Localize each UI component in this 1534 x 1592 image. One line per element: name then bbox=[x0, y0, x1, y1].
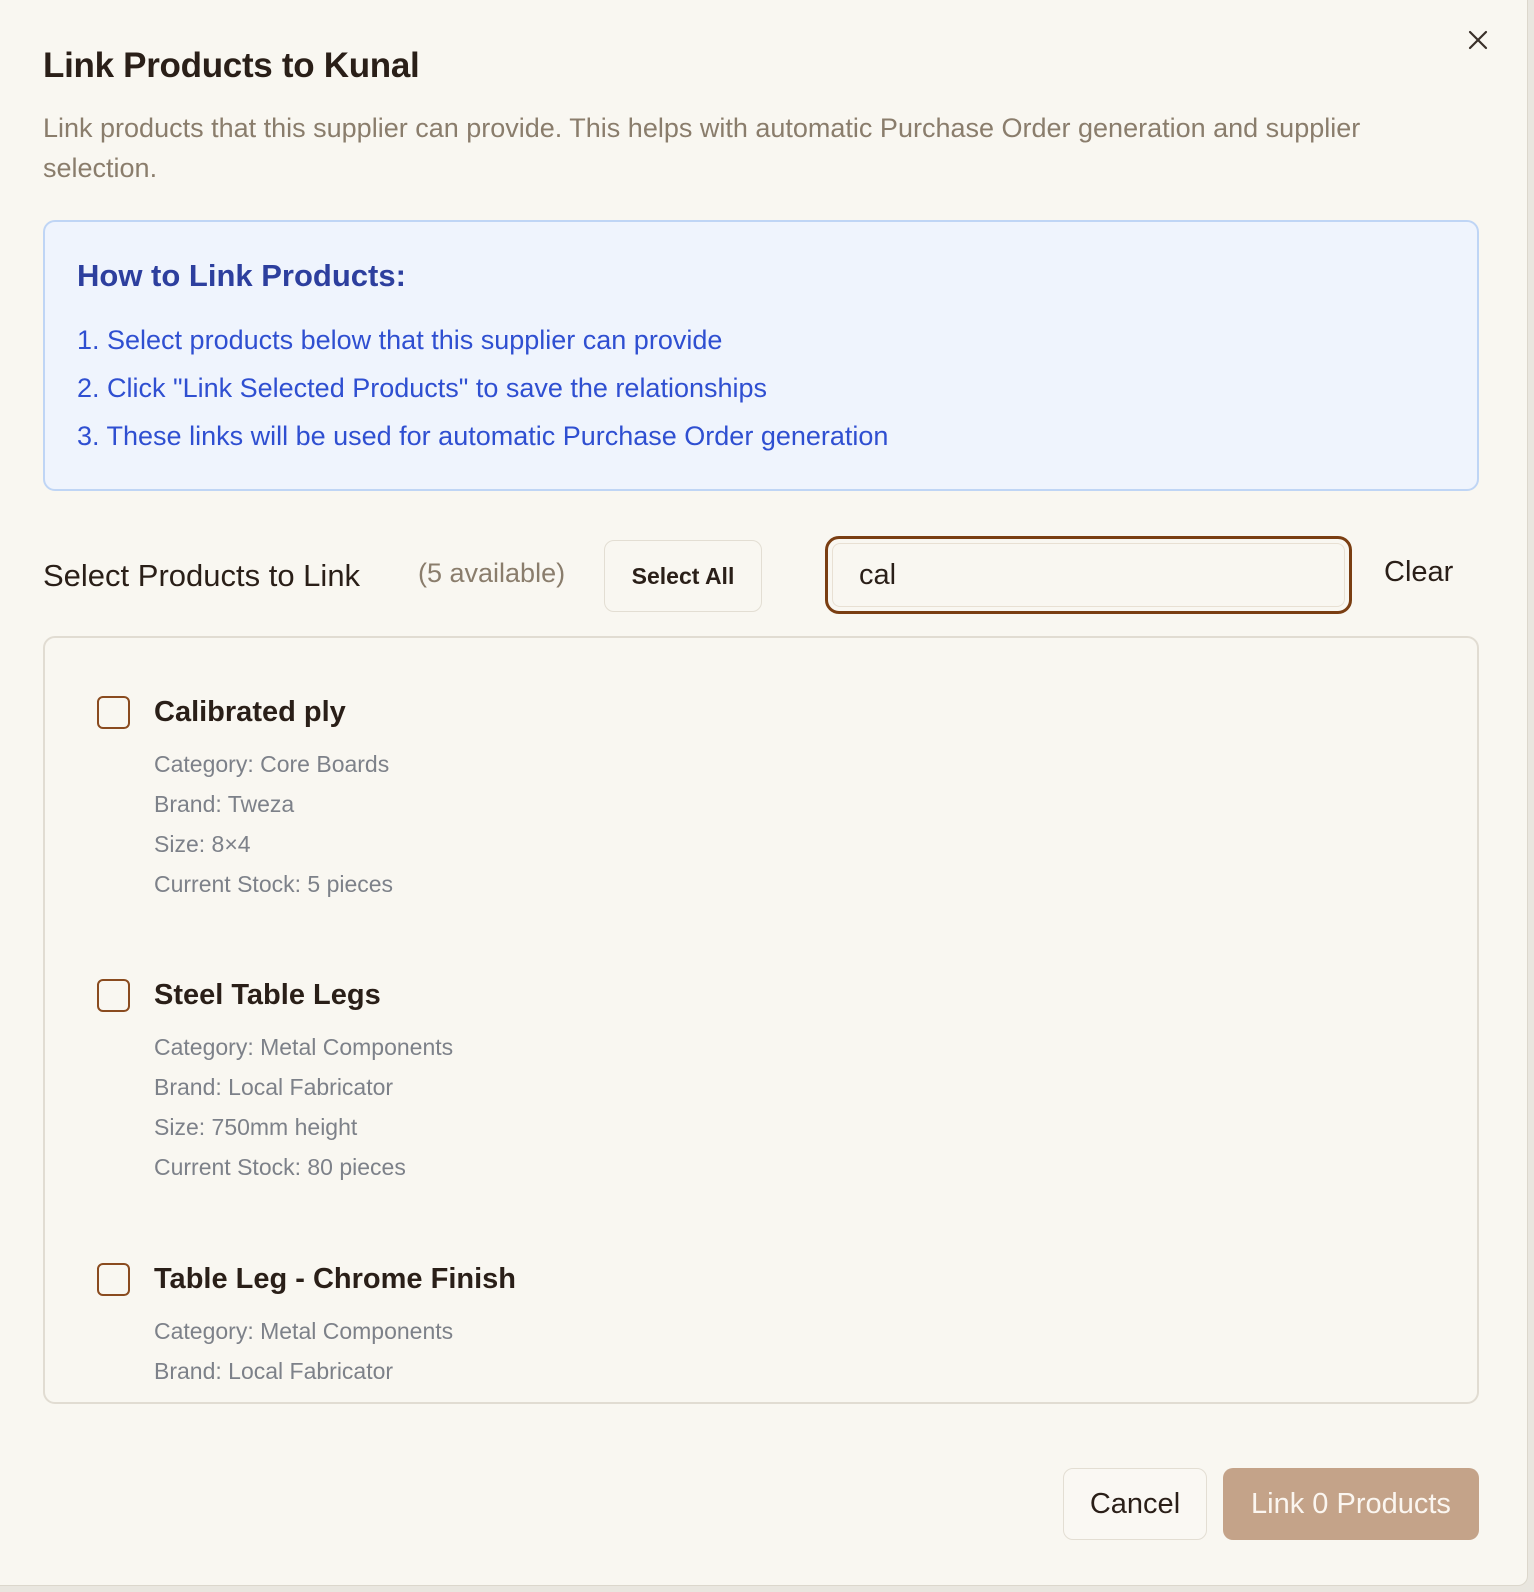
select-all-button[interactable]: Select All bbox=[604, 540, 762, 612]
product-name: Calibrated ply bbox=[154, 696, 346, 728]
instructions-box: How to Link Products: 1. Select products… bbox=[43, 220, 1479, 491]
product-category: Category: Core Boards bbox=[154, 751, 390, 777]
clear-search-button[interactable]: Clear bbox=[1384, 556, 1453, 589]
dialog-description: Link products that this supplier can pro… bbox=[43, 113, 1361, 183]
product-brand: Brand: Local Fabricator bbox=[154, 1074, 394, 1100]
product-checkbox[interactable] bbox=[97, 979, 130, 1012]
instruction-step: 2. Click "Link Selected Products" to sav… bbox=[77, 373, 768, 403]
product-list[interactable]: Calibrated ply Category: Core Boards Bra… bbox=[43, 636, 1479, 1404]
product-name: Steel Table Legs bbox=[154, 979, 381, 1011]
product-size: Size: 8×4 bbox=[154, 831, 251, 857]
selection-toolbar: Select Products to Link (5 available) Se… bbox=[43, 536, 1479, 622]
product-details: Category: Core Boards Brand: Tweza Size:… bbox=[154, 744, 393, 904]
product-brand: Brand: Tweza bbox=[154, 791, 295, 817]
instructions-title: How to Link Products: bbox=[77, 258, 406, 293]
product-name: Table Leg - Chrome Finish bbox=[154, 1263, 516, 1295]
product-checkbox[interactable] bbox=[97, 1263, 130, 1296]
instruction-step: 1. Select products below that this suppl… bbox=[77, 325, 723, 355]
product-stock: Current Stock: 80 pieces bbox=[154, 1154, 406, 1180]
product-brand: Brand: Local Fabricator bbox=[154, 1358, 394, 1384]
available-count: (5 available) bbox=[418, 558, 566, 588]
instruction-step: 3. These links will be used for automati… bbox=[77, 421, 889, 451]
link-products-dialog: Link Products to Kunal Link products tha… bbox=[0, 0, 1528, 1586]
close-icon bbox=[1468, 30, 1488, 50]
search-field-wrapper bbox=[825, 536, 1352, 614]
link-products-button[interactable]: Link 0 Products bbox=[1223, 1468, 1479, 1540]
product-category: Category: Metal Components bbox=[154, 1318, 454, 1344]
product-stock: Current Stock: 5 pieces bbox=[154, 871, 394, 897]
product-details: Category: Metal Components Brand: Local … bbox=[154, 1027, 453, 1187]
product-checkbox[interactable] bbox=[97, 696, 130, 729]
product-details: Category: Metal Components Brand: Local … bbox=[154, 1311, 454, 1402]
product-category: Category: Metal Components bbox=[154, 1034, 454, 1060]
product-size: Size: 750mm height bbox=[154, 1114, 358, 1140]
section-label: Select Products to Link bbox=[43, 558, 361, 593]
product-size: Size: 720mm height bbox=[154, 1391, 453, 1402]
search-input[interactable] bbox=[832, 543, 1345, 607]
cancel-button[interactable]: Cancel bbox=[1063, 1468, 1207, 1540]
dialog-title: Link Products to Kunal bbox=[43, 46, 420, 85]
close-button[interactable] bbox=[1462, 24, 1494, 56]
